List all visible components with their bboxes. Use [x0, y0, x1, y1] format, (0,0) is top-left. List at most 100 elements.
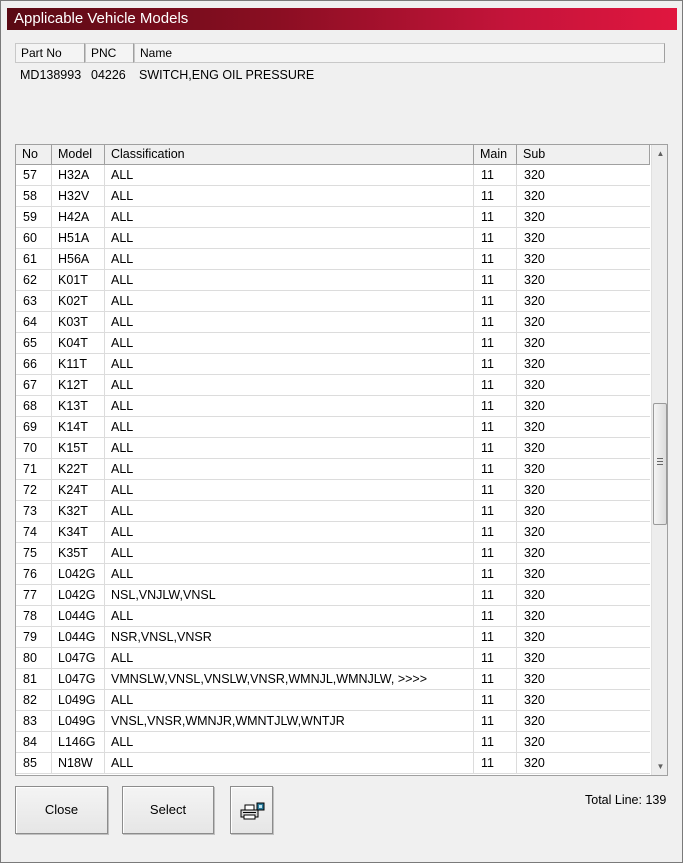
scroll-down-arrow-icon[interactable]: ▼ — [652, 758, 667, 775]
cell-sub: 320 — [524, 504, 545, 518]
table-row[interactable]: 61 H56A ALL 11 320 — [16, 249, 650, 270]
cell-sub: 320 — [524, 168, 545, 182]
cell-classification: ALL — [105, 564, 474, 585]
print-button[interactable] — [230, 786, 273, 834]
cell-main: 11 — [474, 291, 517, 312]
cell-sub: 320 — [524, 252, 545, 266]
vertical-scrollbar[interactable]: ▲ ▼ — [651, 145, 667, 775]
table-row[interactable]: 70 K15T ALL 11 320 — [16, 438, 650, 459]
cell-model: K35T — [52, 543, 105, 564]
cell-main: 11 — [474, 711, 517, 732]
cell-model: K13T — [52, 396, 105, 417]
table-row[interactable]: 73 K32T ALL 11 320 — [16, 501, 650, 522]
cell-sub: 320 — [524, 462, 545, 476]
cell-sub: 320 — [524, 651, 545, 665]
scroll-up-arrow-icon[interactable]: ▲ — [652, 145, 667, 162]
cell-main: 11 — [474, 564, 517, 585]
table-row[interactable]: 76 L042G ALL 11 320 — [16, 564, 650, 585]
table-row[interactable]: 77 L042G NSL,VNJLW,VNSL 11 320 — [16, 585, 650, 606]
cell-main: 11 — [474, 606, 517, 627]
table-row[interactable]: 60 H51A ALL 11 320 — [16, 228, 650, 249]
vehicle-models-grid[interactable]: No Model Classification Main Sub 57 H32A A… — [15, 144, 668, 776]
scrollbar-thumb[interactable] — [653, 403, 667, 525]
cell-sub: 320 — [524, 735, 545, 749]
table-row[interactable]: 84 L146G ALL 11 320 — [16, 732, 650, 753]
select-button[interactable]: Select — [122, 786, 214, 834]
column-header-model[interactable]: Model — [52, 145, 105, 165]
cell-model: K15T — [52, 438, 105, 459]
cell-main: 11 — [474, 690, 517, 711]
cell-model: K32T — [52, 501, 105, 522]
cell-no: 65 — [16, 333, 52, 354]
table-row[interactable]: 72 K24T ALL 11 320 — [16, 480, 650, 501]
cell-no: 62 — [16, 270, 52, 291]
cell-model: K34T — [52, 522, 105, 543]
table-row[interactable]: 68 K13T ALL 11 320 — [16, 396, 650, 417]
column-header-no[interactable]: No — [16, 145, 52, 165]
cell-classification: ALL — [105, 354, 474, 375]
table-row[interactable]: 74 K34T ALL 11 320 — [16, 522, 650, 543]
cell-main: 11 — [474, 480, 517, 501]
cell-model: L044G — [52, 606, 105, 627]
cell-sub: 320 — [524, 231, 545, 245]
table-row[interactable]: 80 L047G ALL 11 320 — [16, 648, 650, 669]
cell-classification: ALL — [105, 753, 474, 774]
table-row[interactable]: 79 L044G NSR,VNSL,VNSR 11 320 — [16, 627, 650, 648]
cell-main: 11 — [474, 522, 517, 543]
cell-no: 85 — [16, 753, 52, 774]
cell-classification: ALL — [105, 249, 474, 270]
table-row[interactable]: 71 K22T ALL 11 320 — [16, 459, 650, 480]
cell-no: 77 — [16, 585, 52, 606]
title-bar[interactable]: Applicable Vehicle Models — [7, 8, 677, 30]
cell-classification: ALL — [105, 165, 474, 186]
name-value: SWITCH,ENG OIL PRESSURE — [139, 68, 315, 82]
column-header-sub[interactable]: Sub — [517, 145, 650, 165]
cell-classification: VNSL,VNSR,WMNJR,WMNTJLW,WNTJR — [105, 711, 474, 732]
cell-model: K14T — [52, 417, 105, 438]
table-row[interactable]: 75 K35T ALL 11 320 — [16, 543, 650, 564]
cell-no: 84 — [16, 732, 52, 753]
cell-classification: ALL — [105, 480, 474, 501]
cell-classification: ALL — [105, 270, 474, 291]
cell-sub: 320 — [524, 336, 545, 350]
table-row[interactable]: 64 K03T ALL 11 320 — [16, 312, 650, 333]
cell-model: K24T — [52, 480, 105, 501]
cell-classification: ALL — [105, 333, 474, 354]
part-info-panel: Part No PNC Name MD138993 04226 SWITCH,E… — [15, 43, 665, 143]
cell-no: 61 — [16, 249, 52, 270]
cell-model: K03T — [52, 312, 105, 333]
cell-main: 11 — [474, 207, 517, 228]
column-header-main[interactable]: Main — [474, 145, 517, 165]
table-row[interactable]: 69 K14T ALL 11 320 — [16, 417, 650, 438]
cell-classification: ALL — [105, 207, 474, 228]
table-row[interactable]: 62 K01T ALL 11 320 — [16, 270, 650, 291]
cell-sub: 320 — [524, 315, 545, 329]
table-row[interactable]: 81 L047G VMNSLW,VNSL,VNSLW,VNSR,WMNJL,WMNJ… — [16, 669, 650, 690]
table-row[interactable]: 57 H32A ALL 11 320 — [16, 165, 650, 186]
cell-sub: 320 — [524, 756, 545, 770]
table-row[interactable]: 82 L049G ALL 11 320 — [16, 690, 650, 711]
cell-classification: ALL — [105, 417, 474, 438]
column-header-classification[interactable]: Classification — [105, 145, 474, 165]
cell-sub: 320 — [524, 630, 545, 644]
table-row[interactable]: 66 K11T ALL 11 320 — [16, 354, 650, 375]
table-row[interactable]: 59 H42A ALL 11 320 — [16, 207, 650, 228]
table-row[interactable]: 67 K12T ALL 11 320 — [16, 375, 650, 396]
grid-rows: 57 H32A ALL 11 320 58 H32V ALL 11 320 59 H42A ALL 11 3… — [16, 165, 650, 774]
table-row[interactable]: 65 K04T ALL 11 320 — [16, 333, 650, 354]
cell-no: 66 — [16, 354, 52, 375]
table-row[interactable]: 83 L049G VNSL,VNSR,WMNJR,WMNTJLW,WNTJR 11 32… — [16, 711, 650, 732]
cell-sub: 320 — [524, 189, 545, 203]
cell-classification: ALL — [105, 522, 474, 543]
cell-model: H32A — [52, 165, 105, 186]
table-row[interactable]: 63 K02T ALL 11 320 — [16, 291, 650, 312]
table-row[interactable]: 85 N18W ALL 11 320 — [16, 753, 650, 774]
close-button[interactable]: Close — [15, 786, 108, 834]
cell-no: 75 — [16, 543, 52, 564]
table-row[interactable]: 78 L044G ALL 11 320 — [16, 606, 650, 627]
table-row[interactable]: 58 H32V ALL 11 320 — [16, 186, 650, 207]
printer-icon — [240, 802, 265, 820]
cell-sub: 320 — [524, 399, 545, 413]
cell-sub: 320 — [524, 546, 545, 560]
cell-no: 73 — [16, 501, 52, 522]
